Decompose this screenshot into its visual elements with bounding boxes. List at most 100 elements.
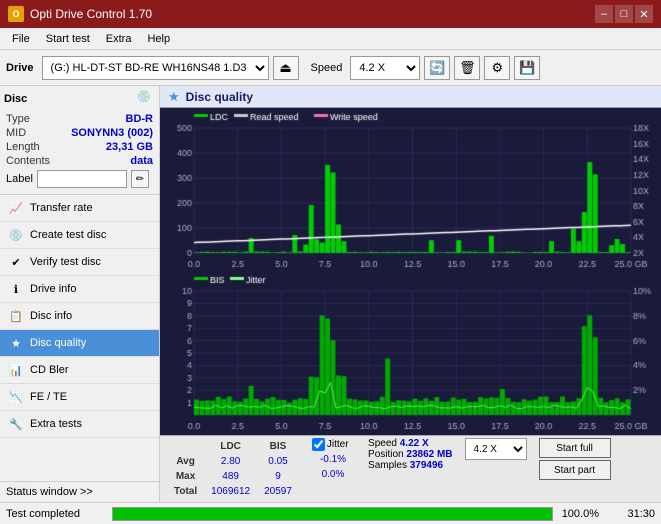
stats-samples: 379496: [410, 460, 443, 471]
col-header-bis: BIS: [258, 440, 298, 453]
nav-transfer-rate[interactable]: 📈 Transfer rate: [0, 195, 159, 222]
disc-type-row: Type BD-R: [4, 112, 155, 126]
ldc-chart-canvas: [162, 110, 659, 271]
status-text: Test completed: [6, 508, 106, 520]
app-icon: O: [8, 6, 24, 22]
disc-label-label: Label: [6, 173, 33, 185]
stats-speed-select[interactable]: 4.2 X: [465, 438, 527, 460]
status-window-button[interactable]: Status window >>: [0, 481, 159, 502]
close-button[interactable]: ✕: [635, 5, 653, 23]
window-controls: – □ ✕: [595, 5, 653, 23]
stats-total-label: Total: [168, 485, 203, 498]
nav-fe-te[interactable]: 📉 FE / TE: [0, 384, 159, 411]
drive-label: Drive: [6, 62, 34, 74]
charts-area: [160, 108, 661, 435]
speed-area: Speed 4.22 X Position 23862 MB Samples 3…: [368, 438, 453, 471]
disc-section-title: Disc: [4, 93, 27, 105]
sidebar: Disc 💿 Type BD-R MID SONYNN3 (002) Lengt…: [0, 86, 160, 502]
speed-select[interactable]: 4.2 X: [350, 56, 420, 80]
nav-verify-test-disc[interactable]: ✔ Verify test disc: [0, 249, 159, 276]
nav-create-test-disc[interactable]: 💿 Create test disc: [0, 222, 159, 249]
toolbar: Drive (G:) HL-DT-ST BD-RE WH16NS48 1.D3 …: [0, 50, 661, 86]
position-row: Position 23862 MB: [368, 449, 453, 460]
stats-avg-jitter: -0.1%: [314, 453, 352, 466]
stats-table-area: LDC BIS Avg 2.80 0.05 Max 489 9 Total: [166, 438, 300, 500]
title-bar-left: O Opti Drive Control 1.70: [8, 6, 152, 22]
jitter-stats-table: -0.1% 0.0%: [312, 451, 354, 483]
start-full-button[interactable]: Start full: [539, 438, 611, 458]
jitter-checkbox[interactable]: [312, 438, 325, 451]
content-header: ★ Disc quality: [160, 86, 661, 108]
bis-jitter-chart-canvas: [162, 273, 659, 433]
refresh-button[interactable]: 🔄: [424, 56, 450, 80]
content-header-icon: ★: [168, 89, 180, 105]
time-display: 31:30: [605, 508, 655, 520]
menu-start-test[interactable]: Start test: [38, 31, 98, 47]
menu-extra[interactable]: Extra: [98, 31, 140, 47]
nav-extra-tests[interactable]: 🔧 Extra tests: [0, 411, 159, 438]
stats-avg-bis: 0.05: [258, 455, 298, 468]
speed-label: Speed: [311, 62, 343, 74]
col-header-empty: [168, 440, 203, 453]
stats-table: LDC BIS Avg 2.80 0.05 Max 489 9 Total: [166, 438, 300, 500]
erase-button[interactable]: 🗑: [454, 56, 480, 80]
nav-disc-quality-label: Disc quality: [30, 337, 86, 349]
disc-type-value: BD-R: [126, 113, 154, 125]
disc-info-icon: 📋: [8, 308, 24, 324]
disc-length-row: Length 23,31 GB: [4, 140, 155, 154]
nav-disc-info[interactable]: 📋 Disc info: [0, 303, 159, 330]
samples-row: Samples 379496: [368, 460, 453, 471]
nav-disc-quality[interactable]: ★ Disc quality: [0, 330, 159, 357]
stats-max-label: Max: [168, 470, 203, 483]
stats-avg-label: Avg: [168, 455, 203, 468]
speed-row: Speed 4.22 X: [368, 438, 453, 449]
save-button[interactable]: 💾: [514, 56, 540, 80]
stats-max-ldc: 489: [205, 470, 256, 483]
disc-header: Disc 💿: [4, 90, 155, 108]
disc-contents-row: Contents data: [4, 154, 155, 168]
stats-bar: LDC BIS Avg 2.80 0.05 Max 489 9 Total: [160, 435, 661, 502]
stats-max-jitter: 0.0%: [314, 468, 352, 481]
menu-bar: File Start test Extra Help: [0, 28, 661, 50]
cd-bler-icon: 📊: [8, 362, 24, 378]
jitter-label: Jitter: [327, 439, 349, 450]
sidebar-nav: 📈 Transfer rate 💿 Create test disc ✔ Ver…: [0, 195, 159, 438]
nav-cd-bler[interactable]: 📊 CD Bler: [0, 357, 159, 384]
start-part-button[interactable]: Start part: [539, 460, 611, 480]
minimize-button[interactable]: –: [595, 5, 613, 23]
nav-drive-info-label: Drive info: [30, 283, 76, 295]
progress-bar-fill: [113, 508, 552, 520]
nav-create-test-disc-label: Create test disc: [30, 229, 106, 241]
disc-contents-label: Contents: [6, 155, 50, 167]
col-header-ldc: LDC: [205, 440, 256, 453]
stats-avg-ldc: 2.80: [205, 455, 256, 468]
bottom-chart: [162, 273, 659, 433]
verify-test-disc-icon: ✔: [8, 254, 24, 270]
stats-total-ldc: 1069612: [205, 485, 256, 498]
settings-button[interactable]: ⚙: [484, 56, 510, 80]
disc-contents-value: data: [130, 155, 153, 167]
nav-verify-test-disc-label: Verify test disc: [30, 256, 101, 268]
nav-transfer-rate-label: Transfer rate: [30, 202, 93, 214]
fe-te-icon: 📉: [8, 389, 24, 405]
disc-quality-icon: ★: [8, 335, 24, 351]
transfer-rate-icon: 📈: [8, 200, 24, 216]
eject-button[interactable]: ⏏: [273, 56, 299, 80]
disc-info-panel: Disc 💿 Type BD-R MID SONYNN3 (002) Lengt…: [0, 86, 159, 195]
disc-label-button[interactable]: ✏: [131, 170, 149, 188]
disc-mid-row: MID SONYNN3 (002): [4, 126, 155, 140]
title-bar: O Opti Drive Control 1.70 – □ ✕: [0, 0, 661, 28]
menu-help[interactable]: Help: [139, 31, 178, 47]
create-test-disc-icon: 💿: [8, 227, 24, 243]
jitter-area: Jitter -0.1% 0.0%: [312, 438, 354, 483]
stats-max-bis: 9: [258, 470, 298, 483]
disc-mid-label: MID: [6, 127, 26, 139]
stats-speed-val: 4.22 X: [400, 438, 429, 449]
disc-label-row: Label ✏: [4, 168, 155, 190]
maximize-button[interactable]: □: [615, 5, 633, 23]
menu-file[interactable]: File: [4, 31, 38, 47]
disc-label-input[interactable]: [37, 170, 127, 188]
drive-select[interactable]: (G:) HL-DT-ST BD-RE WH16NS48 1.D3: [42, 56, 269, 80]
nav-drive-info[interactable]: ℹ Drive info: [0, 276, 159, 303]
stats-position: 23862 MB: [406, 449, 452, 460]
